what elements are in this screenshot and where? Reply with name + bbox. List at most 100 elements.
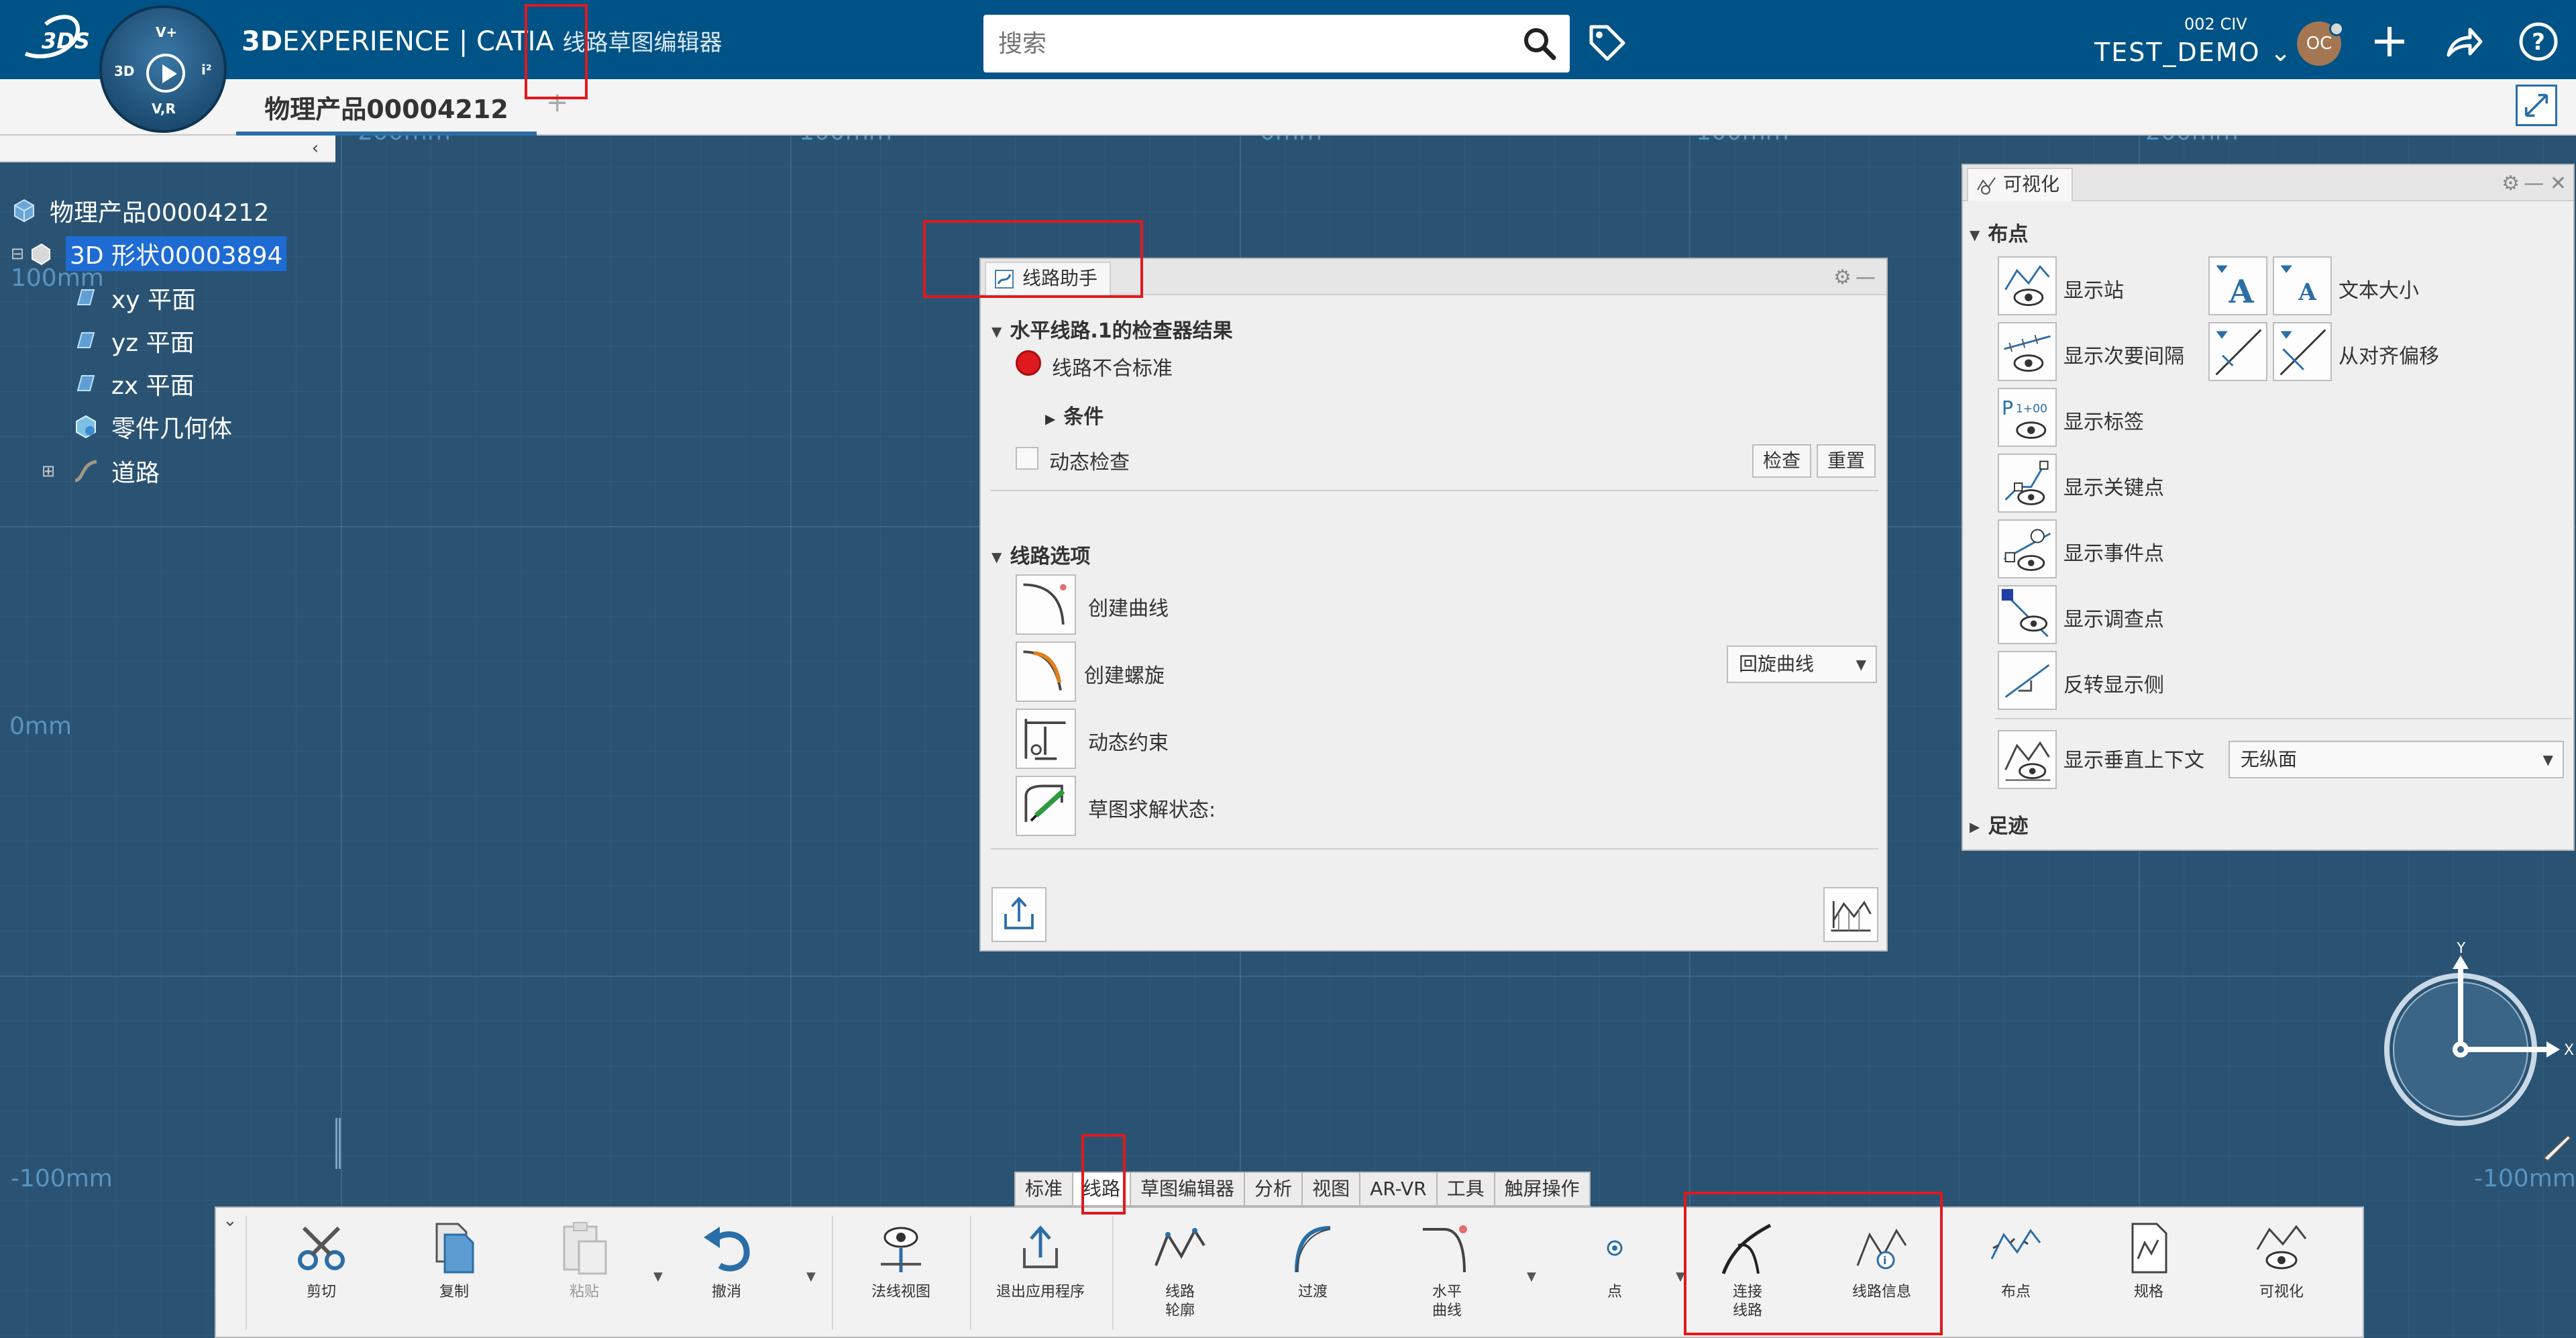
splitter-handle[interactable] xyxy=(335,1118,341,1169)
minimize-icon[interactable]: — xyxy=(1856,266,1876,289)
copy-button[interactable]: 复制 xyxy=(397,1219,511,1302)
show-minor-interval-icon[interactable] xyxy=(1998,322,2057,381)
collapse-toggle-icon[interactable]: ⊟ xyxy=(11,244,27,263)
ruler-icon[interactable] xyxy=(2541,1131,2573,1164)
point-dropdown-icon[interactable]: ▼ xyxy=(1676,1270,1685,1284)
sketch-solve-icon[interactable] xyxy=(1016,776,1076,836)
tab-ar-vr[interactable]: AR-VR xyxy=(1359,1172,1436,1206)
show-event-point-icon[interactable] xyxy=(1998,519,2057,578)
route-info-button[interactable]: i 线路信息 xyxy=(1825,1219,1939,1302)
exit-app-button[interactable]: 退出应用程序 xyxy=(983,1219,1097,1302)
chevron-down-icon: ⌄ xyxy=(2269,38,2293,67)
tree-item-3d-shape[interactable]: ⊟ 3D 形状00003894 xyxy=(11,235,287,272)
connect-route-icon xyxy=(1721,1223,1772,1274)
minimize-icon[interactable]: — xyxy=(2524,172,2544,195)
create-spiral-icon[interactable] xyxy=(1016,641,1076,702)
connect-route-button[interactable]: 连接 线路 xyxy=(1690,1219,1805,1321)
play-icon[interactable] xyxy=(146,54,185,93)
tree-item-product[interactable]: 物理产品00004212 xyxy=(11,192,269,229)
spec-button[interactable]: 规格 xyxy=(2092,1219,2206,1302)
options-section-header[interactable]: 线路选项 xyxy=(991,539,1090,569)
product-icon xyxy=(14,199,34,223)
tab-touch[interactable]: 触屏操作 xyxy=(1493,1172,1591,1206)
normal-view-button[interactable]: 法线视图 xyxy=(844,1219,958,1302)
tab-physical-product[interactable]: 物理产品00004212 xyxy=(236,86,537,136)
horizontal-curve-button[interactable]: 水平 曲线 xyxy=(1390,1219,1504,1321)
show-keypoint-icon[interactable] xyxy=(1998,454,2057,513)
offset-decrease-icon[interactable] xyxy=(2208,322,2267,381)
orientation-triad[interactable]: Y X xyxy=(2373,942,2575,1143)
conditions-toggle[interactable]: ▶ 条件 xyxy=(1045,400,1104,429)
create-curve-icon[interactable] xyxy=(1016,574,1076,635)
show-station-icon[interactable] xyxy=(1998,256,2057,315)
chevron-left-icon[interactable]: ‹ xyxy=(302,138,329,158)
layout-section-header[interactable]: 布点 xyxy=(1970,217,2028,247)
paste-button[interactable]: 粘贴 xyxy=(527,1219,641,1302)
flip-side-icon[interactable] xyxy=(1998,651,2057,710)
transition-button[interactable]: 过渡 xyxy=(1256,1219,1370,1302)
user-menu[interactable]: TEST_DEMO ⌄ xyxy=(2094,38,2292,67)
text-size-small-icon[interactable]: A xyxy=(2208,256,2267,315)
tab-tools[interactable]: 工具 xyxy=(1436,1172,1494,1206)
tab-view[interactable]: 视图 xyxy=(1301,1172,1360,1206)
reset-button[interactable]: 重置 xyxy=(1817,444,1876,478)
help-icon[interactable]: ? xyxy=(2517,20,2560,63)
vertical-context-select[interactable]: 无纵面 xyxy=(2229,741,2564,778)
chevron-down-icon[interactable]: ⌄ xyxy=(223,1211,237,1231)
tree-item-xy-plane[interactable]: xy 平面 xyxy=(72,279,196,317)
visualize-button[interactable]: 可视化 xyxy=(2224,1219,2339,1302)
show-label-icon[interactable]: P 1+00 xyxy=(1998,388,2057,447)
dynamic-check-checkbox[interactable] xyxy=(1016,447,1038,470)
tab-analysis[interactable]: 分析 xyxy=(1244,1172,1302,1206)
separator xyxy=(832,1216,833,1330)
panel-tab[interactable]: 可视化 xyxy=(1967,168,2074,201)
panel-title-bar[interactable]: 线路助手 ⚙ — xyxy=(981,259,1886,295)
tree-collapse-bar[interactable]: ‹ xyxy=(0,136,335,162)
svg-text:A: A xyxy=(2229,273,2255,311)
collapse-icon[interactable] xyxy=(2516,85,2557,126)
share-icon[interactable] xyxy=(2442,20,2485,63)
cut-button[interactable]: 剪切 xyxy=(264,1219,378,1302)
show-vertical-context-icon[interactable] xyxy=(1998,730,2057,789)
paste-dropdown-icon[interactable]: ▼ xyxy=(653,1270,663,1284)
gear-icon[interactable]: ⚙ xyxy=(1833,266,1851,289)
point-button[interactable]: 点 xyxy=(1558,1219,1672,1302)
export-icon[interactable] xyxy=(991,887,1046,942)
tab-route[interactable]: 线路 xyxy=(1072,1172,1130,1206)
checker-section-header[interactable]: 水平线路.1的检查器结果 xyxy=(991,314,1232,344)
tab-standard[interactable]: 标准 xyxy=(1014,1172,1073,1206)
dynamic-constraint-icon[interactable] xyxy=(1016,709,1076,769)
search-icon[interactable] xyxy=(1521,25,1558,62)
tree-item-road[interactable]: ⊞ 道路 xyxy=(42,452,160,490)
tree-item-part-body[interactable]: 零件几何体 xyxy=(72,408,232,446)
route-profile-button[interactable]: 线路 轮廓 xyxy=(1123,1219,1237,1321)
spiral-type-select[interactable]: 回旋曲线 xyxy=(1727,646,1877,683)
tab-sketch-editor[interactable]: 草图编辑器 xyxy=(1130,1172,1244,1206)
plus-icon[interactable] xyxy=(2368,20,2411,63)
panel-tab[interactable]: 线路助手 xyxy=(985,262,1112,295)
tree-item-label: 3D 形状00003894 xyxy=(66,236,287,271)
expand-toggle-icon[interactable]: ⊞ xyxy=(42,462,72,480)
footprint-section-header[interactable]: 足迹 xyxy=(1970,809,2028,839)
text-size-large-icon[interactable]: A xyxy=(2273,256,2332,315)
compass-widget[interactable]: V+ 3D i² V,R xyxy=(99,5,227,133)
tree-item-yz-plane[interactable]: yz 平面 xyxy=(72,322,195,360)
show-survey-point-icon[interactable] xyxy=(1998,585,2057,644)
undo-dropdown-icon[interactable]: ▼ xyxy=(806,1270,816,1284)
separator xyxy=(246,1216,247,1330)
add-tab-button[interactable]: + xyxy=(546,87,569,118)
search-box[interactable] xyxy=(983,15,1570,72)
gear-icon[interactable]: ⚙ xyxy=(2502,172,2520,195)
undo-button[interactable]: 撤消 xyxy=(669,1219,784,1302)
layout-points-button[interactable]: 布点 xyxy=(1959,1219,2073,1302)
panel-title-bar[interactable]: 可视化 ⚙ — ✕ xyxy=(1963,165,2573,201)
svg-text:3DS: 3DS xyxy=(42,28,90,54)
curve-dropdown-icon[interactable]: ▼ xyxy=(1527,1270,1536,1284)
close-icon[interactable]: ✕ xyxy=(2550,172,2567,195)
offset-increase-icon[interactable] xyxy=(2273,322,2332,381)
tag-icon[interactable] xyxy=(1586,21,1627,63)
check-button[interactable]: 检查 xyxy=(1752,444,1811,478)
search-input[interactable] xyxy=(997,15,1507,72)
tree-item-zx-plane[interactable]: zx 平面 xyxy=(72,365,195,403)
profile-chart-icon[interactable] xyxy=(1823,887,1878,942)
